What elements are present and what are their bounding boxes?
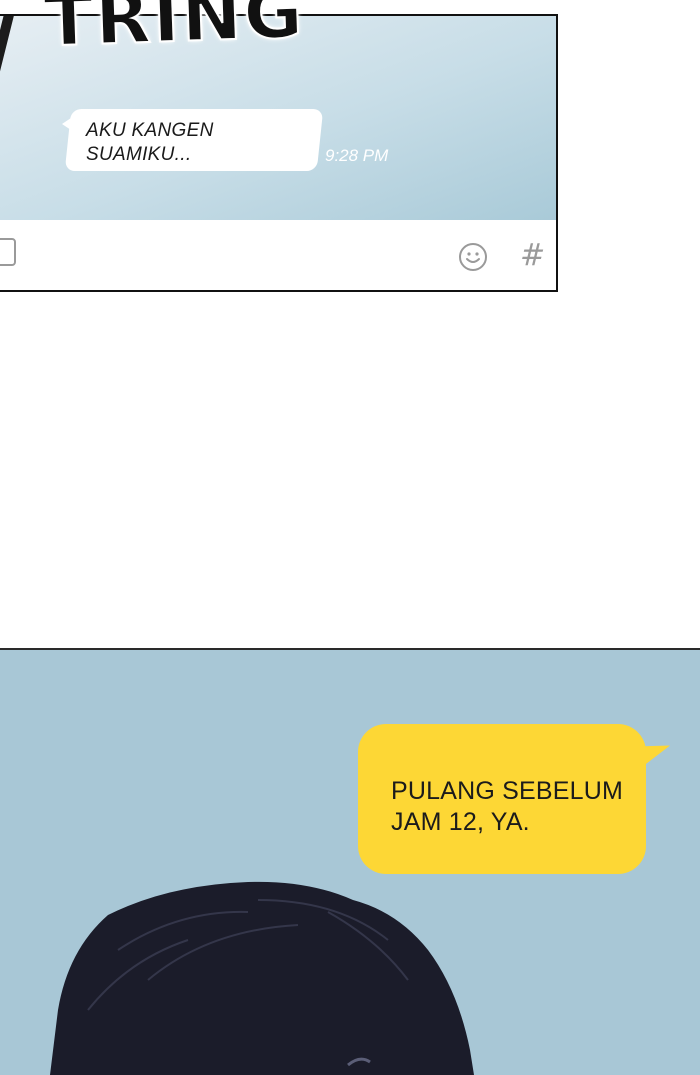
outgoing-message-text: PULANG SEBELUM JAM 12, YA. [391, 777, 624, 836]
attachment-icon[interactable] [0, 238, 16, 266]
hashtag-icon[interactable]: # [520, 238, 545, 273]
incoming-message-text: AKU KANGEN SUAMIKU... [86, 120, 214, 165]
emoji-icon[interactable] [458, 242, 488, 272]
message-timestamp: 9:28 PM [325, 146, 389, 165]
phone-strap [0, 16, 16, 125]
chat-input-bar: # [0, 220, 556, 290]
scene-panel: PULANG SEBELUM JAM 12, YA. [0, 648, 700, 1075]
sound-effect-text: TRING [42, 0, 307, 64]
